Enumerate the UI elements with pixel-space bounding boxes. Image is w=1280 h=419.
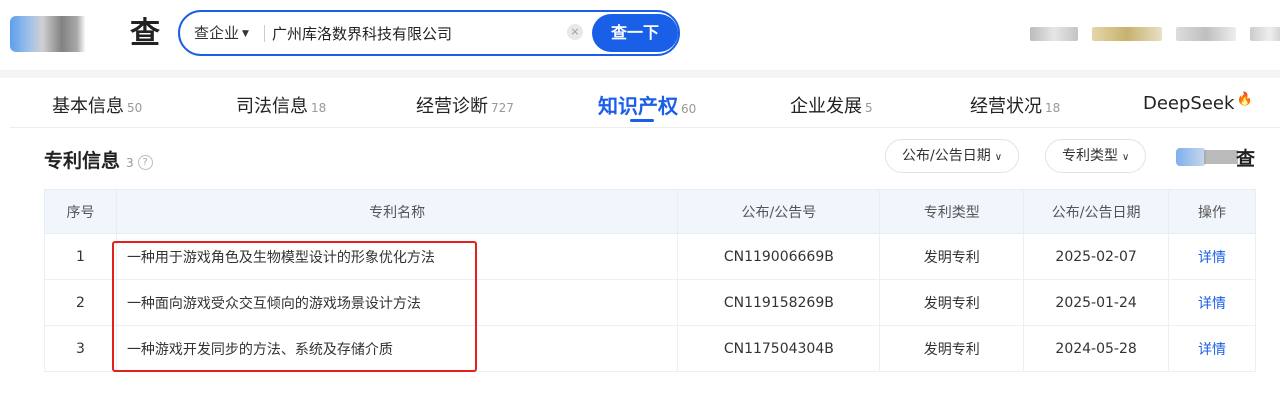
fire-icon: 🔥 [1236, 92, 1253, 107]
tab-count: 727 [491, 101, 514, 115]
cell-type: 发明专利 [879, 233, 1025, 280]
cell-action: 详情 [1168, 325, 1256, 372]
help-icon[interactable]: ? [137, 155, 153, 170]
logo-image-blurred [10, 16, 118, 52]
header-separator [0, 70, 1280, 78]
tab-operating-status[interactable]: 经营状况 18 [970, 92, 1060, 118]
nav-item-blurred[interactable] [1030, 27, 1078, 41]
cell-type: 发明专利 [879, 325, 1025, 372]
brand-text-blurred [1204, 150, 1238, 164]
search-divider [264, 25, 265, 42]
nav-item-blurred[interactable] [1250, 27, 1280, 41]
cell-date: 2025-01-24 [1023, 279, 1170, 326]
tab-intellectual-property[interactable]: 知识产权 60 [598, 90, 696, 119]
cell-no: 2 [44, 279, 117, 326]
top-bar: 查 查企业▼ × 查一下 [0, 0, 1280, 70]
search-button[interactable]: 查一下 [592, 14, 678, 52]
cell-date: 2025-02-07 [1023, 233, 1170, 280]
section-title: 专利信息 3? [44, 146, 153, 173]
section-count: 3 [126, 156, 134, 170]
header-type: 专利类型 [879, 189, 1025, 234]
header-date: 公布/公告日期 [1023, 189, 1170, 234]
tab-label: 基本信息 [52, 96, 124, 117]
detail-link[interactable]: 详情 [1198, 296, 1226, 312]
main-content: 基本信息 50 司法信息 18 经营诊断 727 知识产权 60 企业发展 5 经营状况 1… [10, 78, 1280, 419]
header-name: 专利名称 [115, 189, 679, 234]
brand-logo-blurred [1176, 148, 1206, 166]
filter-date-button[interactable]: 公布/公告日期 ∨ [885, 139, 1020, 173]
logo-char: 查 [130, 16, 160, 51]
cell-patent-name[interactable]: 一种用于游戏角色及生物模型设计的形象优化方法 [115, 233, 679, 280]
tab-count: 5 [865, 101, 873, 115]
tab-judicial-info[interactable]: 司法信息 18 [236, 92, 326, 118]
brand-watermark: 查 [1176, 144, 1256, 170]
clear-icon[interactable]: × [567, 24, 583, 40]
cell-date: 2024-05-28 [1023, 325, 1170, 372]
detail-link[interactable]: 详情 [1198, 342, 1226, 358]
cell-action: 详情 [1168, 279, 1256, 326]
search-input[interactable] [272, 18, 562, 48]
tab-deepseek[interactable]: DeepSeek 🔥 [1143, 92, 1253, 114]
filter-type-label: 专利类型 [1062, 148, 1118, 164]
cell-no: 1 [44, 233, 117, 280]
tab-label: 司法信息 [236, 96, 308, 117]
table-row: 3 一种游戏开发同步的方法、系统及存储介质 CN117504304B 发明专利 … [44, 325, 1256, 372]
cell-patent-name[interactable]: 一种游戏开发同步的方法、系统及存储介质 [115, 325, 679, 372]
active-tab-indicator [630, 119, 654, 122]
cell-action: 详情 [1168, 233, 1256, 280]
brand-char: 查 [1236, 148, 1256, 170]
caret-down-icon: ▼ [242, 29, 249, 39]
tab-operation-diagnosis[interactable]: 经营诊断 727 [416, 92, 514, 118]
tab-bar: 基本信息 50 司法信息 18 经营诊断 727 知识产权 60 企业发展 5 经营状况 1… [10, 78, 1280, 128]
cell-pub-no: CN117504304B [677, 325, 881, 372]
site-logo[interactable]: 查 [10, 14, 160, 54]
table-row: 1 一种用于游戏角色及生物模型设计的形象优化方法 CN119006669B 发明… [44, 233, 1256, 280]
header-pub-no: 公布/公告号 [677, 189, 881, 234]
tab-label: DeepSeek [1143, 93, 1235, 114]
tab-label: 经营状况 [970, 96, 1042, 117]
table-row: 2 一种面向游戏受众交互倾向的游戏场景设计方法 CN119158269B 发明专… [44, 279, 1256, 326]
tab-basic-info[interactable]: 基本信息 50 [52, 92, 142, 118]
section-title-text: 专利信息 [44, 150, 121, 172]
chevron-down-icon: ∨ [994, 152, 1003, 163]
nav-item-blurred[interactable] [1092, 27, 1162, 41]
tab-label: 企业发展 [790, 96, 862, 117]
cell-no: 3 [44, 325, 117, 372]
header-no: 序号 [44, 189, 117, 234]
filter-date-label: 公布/公告日期 [902, 148, 991, 164]
detail-link[interactable]: 详情 [1198, 250, 1226, 266]
cell-patent-name[interactable]: 一种面向游戏受众交互倾向的游戏场景设计方法 [115, 279, 679, 326]
search-scope-select[interactable]: 查企业 ▼ [194, 12, 249, 54]
header-action: 操作 [1168, 189, 1256, 234]
tab-count: 50 [127, 101, 143, 115]
search-scope-label: 查企业 [194, 24, 240, 42]
user-nav-blurred [1030, 27, 1280, 41]
nav-item-blurred[interactable] [1176, 27, 1236, 41]
cell-pub-no: CN119006669B [677, 233, 881, 280]
cell-type: 发明专利 [879, 279, 1025, 326]
tab-count: 18 [311, 101, 327, 115]
patent-table: 序号 专利名称 公布/公告号 专利类型 公布/公告日期 操作 1 一种用于游戏角… [44, 189, 1256, 372]
chevron-down-icon: ∨ [1122, 152, 1130, 163]
tab-label: 知识产权 [598, 94, 678, 118]
tab-count: 18 [1045, 101, 1061, 115]
table-header-row: 序号 专利名称 公布/公告号 专利类型 公布/公告日期 操作 [44, 189, 1256, 234]
filter-type-button[interactable]: 专利类型 ∨ [1045, 139, 1147, 173]
tab-enterprise-development[interactable]: 企业发展 5 [790, 92, 873, 118]
cell-pub-no: CN119158269B [677, 279, 881, 326]
search-box: 查企业▼ × 查一下 [178, 10, 680, 56]
tab-count: 60 [681, 102, 697, 116]
tab-label: 经营诊断 [416, 96, 488, 117]
